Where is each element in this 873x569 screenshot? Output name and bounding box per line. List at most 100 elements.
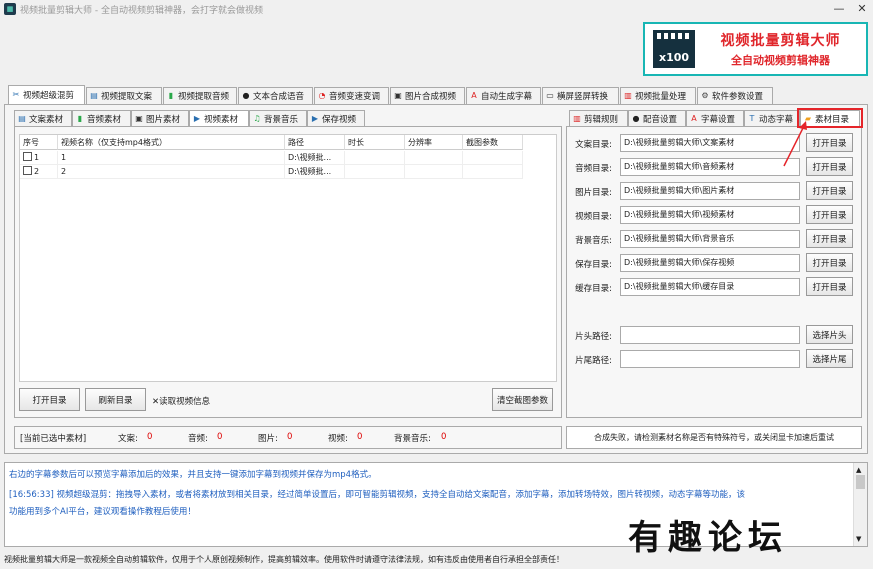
tab-edit-rules[interactable]: ▥ 剪辑规则 xyxy=(569,110,628,126)
gauge-icon: ◔ xyxy=(318,91,326,100)
log-scrollbar[interactable]: ▲ ▼ xyxy=(853,463,867,546)
video-dir-path-input[interactable]: D:\视频批量剪辑大师\视频素材 xyxy=(620,206,800,224)
col-header-index[interactable]: 序号 xyxy=(20,135,58,150)
microphone-icon: ● xyxy=(242,91,250,100)
status-audio-count: 0 xyxy=(217,432,223,442)
row-path: D:\视频批... xyxy=(285,165,345,179)
tab-bg-music[interactable]: ♫ 背景音乐 xyxy=(249,110,307,126)
row-index: 1 xyxy=(34,153,40,162)
tab-label: 文案素材 xyxy=(29,114,64,125)
tab-label: 横屏竖屏转换 xyxy=(557,92,609,102)
row-checkbox[interactable] xyxy=(23,152,32,161)
status-image-label: 图片: xyxy=(258,434,278,444)
tab-text-material[interactable]: ▤ 文案素材 xyxy=(14,110,72,126)
minimize-button[interactable]: — xyxy=(828,0,850,18)
tab-label: 自动生成字幕 xyxy=(481,92,533,102)
cache-dir-button[interactable]: 打开目录 xyxy=(806,277,853,296)
tab-label: 视频提取音频 xyxy=(178,92,230,102)
save-dir-path-input[interactable]: D:\视频批量剪辑大师\保存视频 xyxy=(620,254,800,272)
music-dir-path-input[interactable]: D:\视频批量剪辑大师\背景音乐 xyxy=(620,230,800,248)
read-video-info-toggle[interactable]: ✕读取视频信息 xyxy=(152,395,210,407)
waveform-icon: ▮ xyxy=(77,113,83,123)
text-dir-button[interactable]: 打开目录 xyxy=(806,133,853,152)
tab-extract-audio[interactable]: ▮ 视频提取音频 xyxy=(163,87,237,104)
col-header-name[interactable]: 视频名称（仅支持mp4格式） xyxy=(58,135,285,150)
save-dir-button[interactable]: 打开目录 xyxy=(806,253,853,272)
tab-extract-text[interactable]: ▤ 视频提取文案 xyxy=(86,87,162,104)
intro-clip-button[interactable]: 选择片头 xyxy=(806,325,853,344)
tab-image-video[interactable]: ▣ 图片合成视频 xyxy=(390,87,465,104)
tab-audio-speed[interactable]: ◔ 音频变速变调 xyxy=(314,87,389,104)
col-header-resolution[interactable]: 分辨率 xyxy=(405,135,463,150)
tab-label: 软件参数设置 xyxy=(712,92,764,102)
tab-save-video[interactable]: ▶ 保存视频 xyxy=(307,110,365,126)
table-row[interactable]: 2 xyxy=(20,165,58,179)
tab-settings[interactable]: ⚙ 软件参数设置 xyxy=(697,87,773,104)
row-name: 1 xyxy=(58,151,285,165)
audio-dir-button[interactable]: 打开目录 xyxy=(806,157,853,176)
tab-tts[interactable]: ● 文本合成语音 xyxy=(238,87,313,104)
row-duration xyxy=(345,151,405,165)
status-video-count: 0 xyxy=(357,432,363,442)
col-header-duration[interactable]: 时长 xyxy=(345,135,405,150)
film-icon: ▥ xyxy=(573,113,581,123)
screen-icon: ▭ xyxy=(546,91,554,100)
text-dir-path-input[interactable]: D:\视频批量剪辑大师\文案素材 xyxy=(620,134,800,152)
close-button[interactable]: ✕ xyxy=(851,0,873,18)
banner-subtitle: 全自动视频剪辑神器 xyxy=(731,54,830,67)
image-icon: ▣ xyxy=(135,113,143,123)
image-dir-button[interactable]: 打开目录 xyxy=(806,181,853,200)
music-icon: ♫ xyxy=(253,113,261,123)
video-grid[interactable]: 序号 视频名称（仅支持mp4格式） 路径 时长 分辨率 截图参数 1 1 D:\… xyxy=(19,134,557,382)
tab-video-mix[interactable]: ✂ 视频超级混剪 xyxy=(8,85,85,104)
table-row[interactable]: 1 xyxy=(20,151,58,165)
tab-subtitle-settings[interactable]: A 字幕设置 xyxy=(686,110,744,126)
cache-dir-path-input[interactable]: D:\视频批量剪辑大师\缓存目录 xyxy=(620,278,800,296)
tab-orientation[interactable]: ▭ 横屏竖屏转换 xyxy=(542,87,619,104)
video-dir-button[interactable]: 打开目录 xyxy=(806,205,853,224)
save-dir-label: 保存目录: xyxy=(575,260,612,270)
clear-screenshot-button[interactable]: 清空截图参数 xyxy=(492,388,553,411)
col-header-screenshot[interactable]: 截图参数 xyxy=(463,135,523,150)
scroll-down-icon[interactable]: ▼ xyxy=(856,535,861,543)
tab-image-material[interactable]: ▣ 图片素材 xyxy=(131,110,189,126)
waveform-icon: ▮ xyxy=(168,91,174,100)
tab-audio-material[interactable]: ▮ 音频素材 xyxy=(72,110,131,126)
audio-dir-path-input[interactable]: D:\视频批量剪辑大师\音频素材 xyxy=(620,158,800,176)
status-label: [当前已选中素材] xyxy=(20,434,87,444)
outro-clip-button[interactable]: 选择片尾 xyxy=(806,349,853,368)
tab-voice-settings[interactable]: ● 配音设置 xyxy=(628,110,686,126)
log-line: 功能用到多个AI平台，建议观看操作教程后使用！ xyxy=(9,507,196,517)
cache-dir-label: 缓存目录: xyxy=(575,284,612,294)
scroll-up-icon[interactable]: ▲ xyxy=(856,466,861,474)
tab-batch-process[interactable]: ▥ 视频批量处理 xyxy=(620,87,696,104)
film-logo-icon: x100 xyxy=(653,30,695,68)
refresh-folder-button[interactable]: 刷新目录 xyxy=(85,388,146,411)
intro-clip-path-input[interactable] xyxy=(620,326,800,344)
outro-clip-path-input[interactable] xyxy=(620,350,800,368)
col-header-path[interactable]: 路径 xyxy=(285,135,345,150)
tab-label: 保存视频 xyxy=(322,114,357,125)
scroll-thumb[interactable] xyxy=(856,475,865,489)
open-folder-button[interactable]: 打开目录 xyxy=(19,388,80,411)
text-icon: A xyxy=(691,113,697,123)
tab-video-material[interactable]: ▶ 视频素材 xyxy=(189,110,249,126)
tab-auto-subtitle[interactable]: A 自动生成字幕 xyxy=(466,87,541,104)
video-dir-label: 视频目录: xyxy=(575,212,612,222)
text-icon: A xyxy=(471,91,477,100)
microphone-icon: ● xyxy=(632,113,640,123)
music-dir-button[interactable]: 打开目录 xyxy=(806,229,853,248)
banner-title: 视频批量剪辑大师 xyxy=(720,33,841,49)
scissors-icon: ✂ xyxy=(12,90,20,99)
tab-label: 音频变速变调 xyxy=(329,92,381,102)
image-dir-path-input[interactable]: D:\视频批量剪辑大师\图片素材 xyxy=(620,182,800,200)
tab-label: 视频提取文案 xyxy=(101,92,153,102)
save-icon: ▶ xyxy=(311,113,319,123)
tab-label: 背景音乐 xyxy=(264,114,299,125)
row-checkbox[interactable] xyxy=(23,166,32,175)
status-text-label: 文案: xyxy=(118,434,138,444)
log-line: [16:56:33] 视频超级混剪：拖拽导入素材，或者将素材放到相关目录，经过简… xyxy=(9,490,746,500)
intro-clip-label: 片头路径: xyxy=(575,332,612,342)
banner-logo-text: x100 xyxy=(658,51,690,64)
tab-label: 视频批量处理 xyxy=(635,92,687,102)
